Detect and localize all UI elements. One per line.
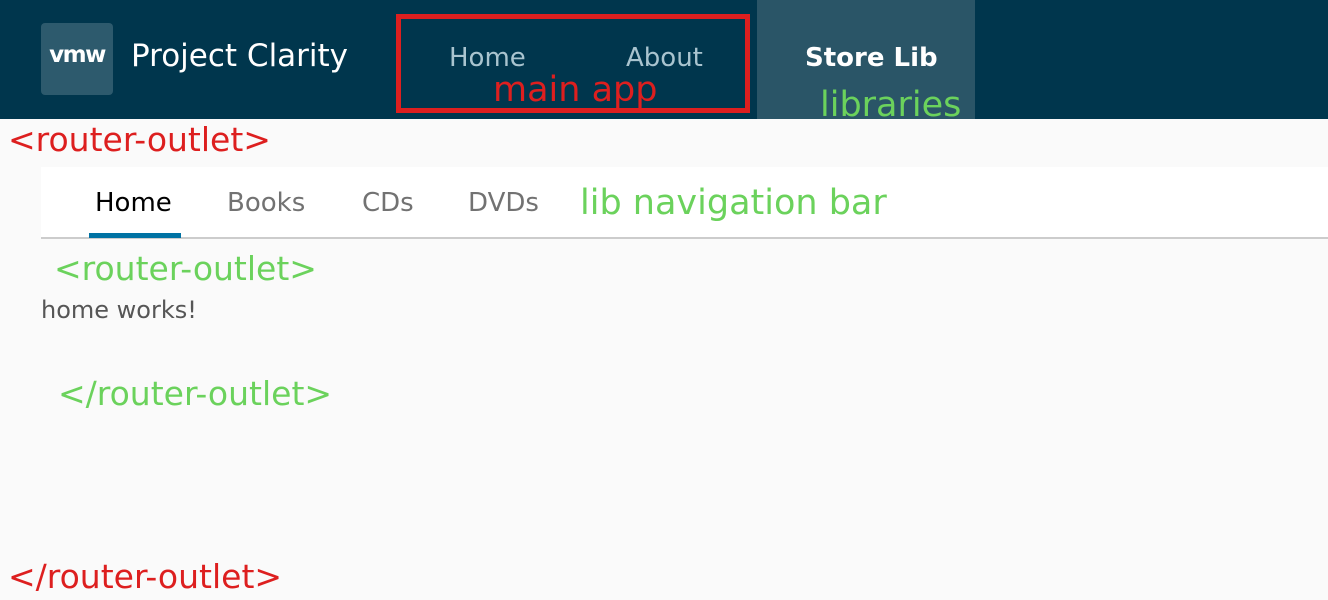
lib-tab-cds[interactable]: CDs	[362, 188, 414, 218]
lib-navigation-bar-annotation: lib navigation bar	[580, 183, 887, 223]
main-app-annotation: main app	[493, 70, 658, 110]
store-lib-label[interactable]: Store Lib	[805, 43, 938, 73]
active-tab-underline	[89, 233, 181, 238]
outer-router-outlet-open-annotation: <router-outlet>	[8, 120, 271, 159]
vmw-logo[interactable]: vmw	[41, 23, 113, 95]
inner-router-outlet-close-annotation: </router-outlet>	[58, 374, 333, 413]
app-title[interactable]: Project Clarity	[131, 38, 348, 74]
inner-router-outlet-open-annotation: <router-outlet>	[54, 249, 317, 288]
home-works-text: home works!	[41, 296, 197, 324]
logo-text: vmw	[49, 42, 106, 68]
lib-tab-home[interactable]: Home	[95, 188, 172, 218]
libraries-annotation: libraries	[820, 85, 962, 125]
outer-router-outlet-close-annotation: </router-outlet>	[8, 557, 283, 596]
lib-tab-dvds[interactable]: DVDs	[468, 188, 539, 218]
lib-tab-books[interactable]: Books	[227, 188, 305, 218]
